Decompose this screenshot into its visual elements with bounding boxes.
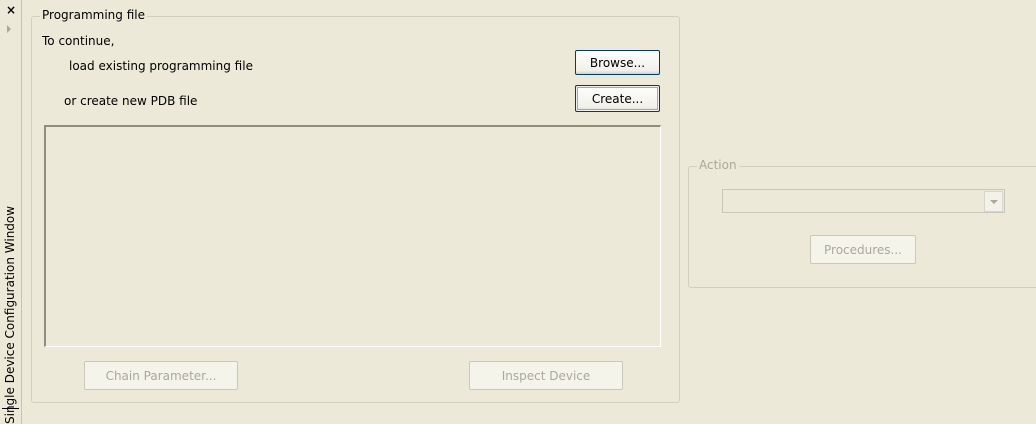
- programming-file-legend: Programming file: [40, 8, 147, 22]
- action-group: [688, 166, 1036, 288]
- load-existing-label: load existing programming file: [69, 59, 253, 73]
- collapse-arrow-icon[interactable]: [7, 25, 11, 33]
- side-panel-strip: × Single Device Configuration Window: [0, 0, 22, 424]
- side-panel-divider: [2, 408, 19, 409]
- create-button[interactable]: Create...: [575, 85, 660, 112]
- create-pdb-label: or create new PDB file: [64, 94, 198, 108]
- procedures-button[interactable]: Procedures...: [810, 235, 916, 264]
- browse-button[interactable]: Browse...: [575, 50, 660, 75]
- action-dropdown-button[interactable]: [984, 191, 1003, 212]
- action-legend: Action: [697, 158, 739, 172]
- action-select[interactable]: [722, 189, 1005, 213]
- device-list-panel[interactable]: [44, 125, 661, 347]
- continue-prompt: To continue,: [42, 34, 115, 48]
- close-icon[interactable]: ×: [5, 4, 17, 16]
- chevron-down-icon: [990, 200, 998, 204]
- side-panel-title: Single Device Configuration Window: [3, 205, 17, 424]
- chain-parameter-button[interactable]: Chain Parameter...: [84, 361, 238, 390]
- inspect-device-button[interactable]: Inspect Device: [469, 361, 623, 390]
